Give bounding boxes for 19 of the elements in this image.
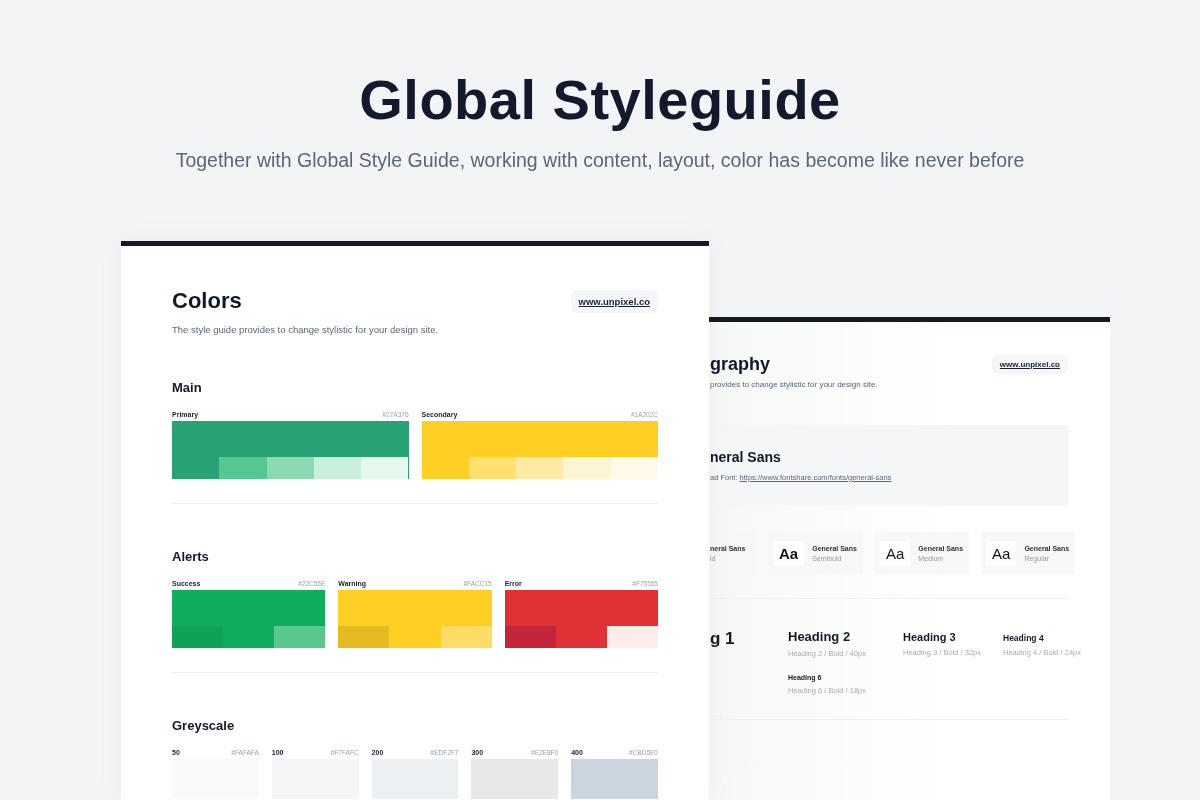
heading-sample: Heading 2: [788, 629, 852, 644]
website-link[interactable]: www.unpixel.co: [570, 289, 658, 313]
heading-sample: g 1: [710, 629, 736, 649]
font-sample: Aa: [879, 540, 911, 566]
page-subtitle: Together with Global Style Guide, working with content, layout, color has become like never before: [175, 148, 1025, 172]
section-heading: Greyscale: [172, 717, 236, 735]
card-description: The style guide provides to change stylistic for your design site.: [172, 324, 440, 335]
card-title: Colors: [172, 287, 242, 315]
card-description: provides to change stylistic for your design site.: [710, 380, 879, 389]
heading-sample: Heading 3: [903, 631, 957, 643]
card-title: graphy: [710, 353, 770, 376]
page-title: Global Styleguide: [359, 67, 841, 133]
website-link[interactable]: www.unpixel.co: [991, 354, 1068, 374]
font-sample: Aa: [986, 540, 1017, 566]
heading-sample: Heading 4: [1003, 633, 1045, 643]
font-sample: Aa: [773, 540, 805, 566]
section-heading: Alerts: [172, 548, 210, 566]
font-name: neral Sans: [710, 449, 782, 465]
section-heading: Main: [172, 379, 203, 397]
